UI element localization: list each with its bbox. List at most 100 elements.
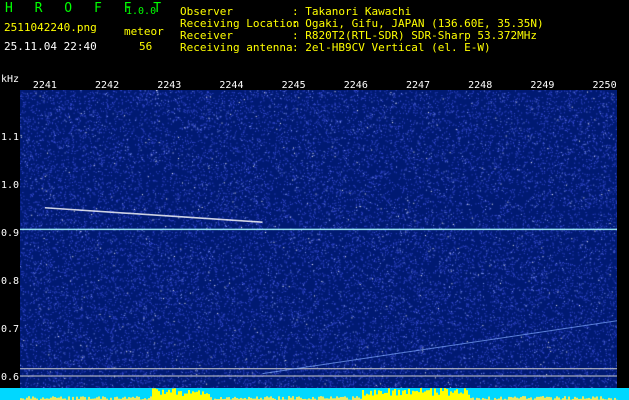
signal-burst xyxy=(202,391,204,400)
signal-burst xyxy=(396,395,398,400)
faint-trail xyxy=(262,320,617,375)
signal-burst xyxy=(168,389,170,400)
signal-burst xyxy=(320,396,322,400)
signal-burst xyxy=(196,391,198,400)
signal-burst xyxy=(366,393,368,400)
signal-burst xyxy=(390,395,392,400)
signal-burst xyxy=(460,392,462,400)
signal-burst xyxy=(456,389,458,400)
signal-burst xyxy=(288,396,290,400)
meteor-label: meteor xyxy=(124,25,164,38)
signal-burst xyxy=(444,388,446,400)
y-axis-label: kHz xyxy=(1,74,20,85)
signal-burst xyxy=(76,396,78,400)
signal-burst xyxy=(136,396,138,400)
signal-burst xyxy=(178,391,180,400)
signal-burst xyxy=(542,396,544,400)
signal-burst xyxy=(198,390,200,400)
signal-burst xyxy=(372,395,374,400)
signal-burst xyxy=(162,389,164,400)
signal-burst xyxy=(52,396,54,400)
signal-burst xyxy=(592,396,594,400)
signal-burst xyxy=(488,396,490,400)
signal-burst xyxy=(556,396,558,400)
signal-level-band xyxy=(0,388,629,400)
spectrogram-screen: H R O F F T 1.0.0 2511042240.png meteor … xyxy=(0,0,629,400)
antenna-label: Receiving antenna xyxy=(180,41,293,54)
signal-burst xyxy=(514,396,516,400)
signal-burst xyxy=(362,390,364,400)
spectrogram-plot xyxy=(20,90,617,388)
signal-burst xyxy=(522,396,524,400)
signal-burst xyxy=(446,389,448,400)
signal-burst xyxy=(386,392,388,400)
antenna-value: : 2el-HB9CV Vertical (el. E-W) xyxy=(292,41,491,54)
signal-overlay xyxy=(20,206,617,377)
signal-burst xyxy=(524,396,526,400)
y-tick-label: 1.0 xyxy=(1,180,20,192)
signal-burst xyxy=(256,396,258,400)
y-tick-label: 0.9 xyxy=(1,228,20,240)
signal-burst xyxy=(102,396,104,400)
signal-burst xyxy=(458,393,460,400)
signal-burst xyxy=(374,389,376,400)
signal-burst xyxy=(402,390,404,400)
signal-burst xyxy=(452,392,454,400)
signal-burst xyxy=(292,396,294,400)
signal-burst xyxy=(500,396,502,400)
signal-burst xyxy=(406,394,408,400)
signal-burst xyxy=(154,388,156,400)
signal-burst xyxy=(192,391,194,400)
signal-burst xyxy=(428,390,430,400)
datetime: 25.11.04 22:40 xyxy=(4,40,97,53)
signal-burst xyxy=(322,396,324,400)
signal-burst xyxy=(270,396,272,400)
signal-burst xyxy=(454,390,456,400)
signal-burst xyxy=(380,391,382,400)
signal-burst xyxy=(426,390,428,400)
signal-burst xyxy=(434,388,436,400)
signal-burst xyxy=(600,396,602,400)
signal-burst xyxy=(160,394,162,400)
signal-burst xyxy=(582,396,584,400)
signal-burst xyxy=(174,388,176,400)
signal-burst xyxy=(430,388,432,400)
signal-burst xyxy=(152,388,154,400)
signal-burst xyxy=(60,396,62,400)
signal-burst xyxy=(398,389,400,400)
signal-burst xyxy=(166,392,168,400)
signal-burst xyxy=(432,395,434,400)
signal-burst xyxy=(414,391,416,400)
signal-burst xyxy=(98,396,100,400)
signal-burst xyxy=(182,395,184,400)
y-tick-label: 1.1 xyxy=(1,132,20,144)
signal-burst xyxy=(206,393,208,400)
signal-burst xyxy=(400,395,402,400)
signal-burst xyxy=(392,390,394,400)
signal-burst xyxy=(190,393,192,400)
signal-burst xyxy=(180,391,182,400)
signal-burst xyxy=(336,396,338,400)
signal-burst xyxy=(564,396,566,400)
signal-burst xyxy=(156,389,158,400)
signal-burst xyxy=(186,393,188,400)
signal-burst xyxy=(540,396,542,400)
meteor-count: 56 xyxy=(139,40,153,53)
signal-burst xyxy=(150,396,152,400)
signal-burst xyxy=(344,396,346,400)
signal-burst xyxy=(424,391,426,400)
signal-burst xyxy=(448,395,450,400)
signal-level-bursts xyxy=(20,388,618,400)
signal-burst xyxy=(596,396,598,400)
signal-burst xyxy=(28,396,30,400)
signal-burst xyxy=(82,396,84,400)
signal-burst xyxy=(466,390,468,400)
signal-burst xyxy=(418,392,420,400)
signal-burst xyxy=(164,393,166,400)
signal-burst xyxy=(364,395,366,400)
signal-burst xyxy=(172,388,174,400)
signal-burst xyxy=(170,392,172,400)
signal-burst xyxy=(204,394,206,400)
signal-burst xyxy=(208,394,210,400)
signal-burst xyxy=(384,392,386,400)
